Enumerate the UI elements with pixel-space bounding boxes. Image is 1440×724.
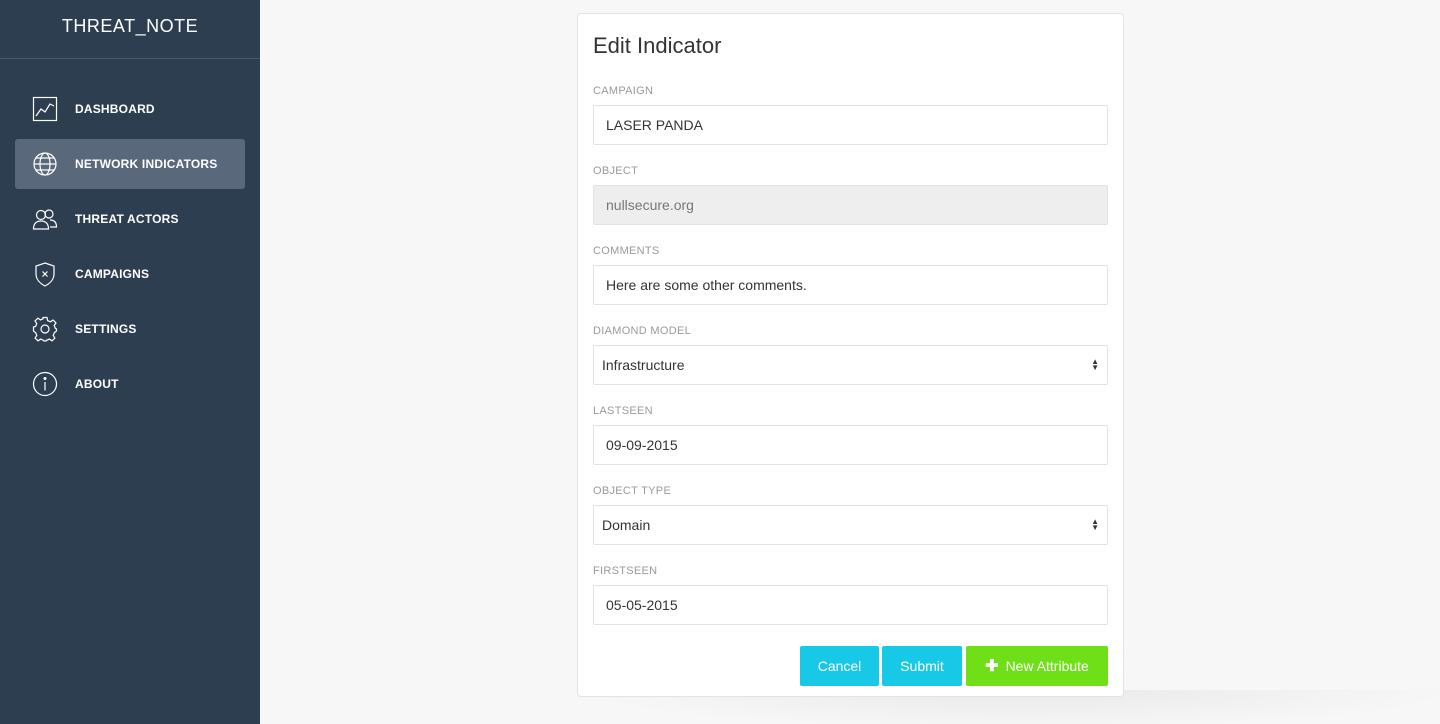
sidebar-item-dashboard[interactable]: DASHBOARD <box>15 84 245 134</box>
plus-icon: ✚ <box>985 658 999 675</box>
campaign-input[interactable] <box>593 105 1108 145</box>
object-group: OBJECT <box>593 164 1108 225</box>
lastseen-group: LASTSEEN <box>593 404 1108 465</box>
object-label: OBJECT <box>593 165 639 177</box>
cancel-button[interactable]: Cancel <box>800 646 879 686</box>
new-attribute-label: New Attribute <box>1005 658 1089 674</box>
gear-icon <box>32 316 58 342</box>
select-arrows-icon: ▲ ▼ <box>1091 357 1099 372</box>
app-title[interactable]: THREAT_NOTE <box>0 0 260 59</box>
edit-indicator-card: Edit Indicator CAMPAIGN OBJECT COMMENTS … <box>577 13 1124 697</box>
sidebar-item-label: THREAT ACTORS <box>75 212 179 226</box>
sidebar-item-campaigns[interactable]: CAMPAIGNS <box>15 249 245 299</box>
object-type-group: OBJECT TYPE Domain ▲ ▼ <box>593 484 1108 545</box>
sidebar-item-threat-actors[interactable]: THREAT ACTORS <box>15 194 245 244</box>
comments-group: COMMENTS <box>593 244 1108 305</box>
diamond-model-group: DIAMOND MODEL Infrastructure ▲ ▼ <box>593 324 1108 385</box>
form-actions: Cancel Submit ✚ New Attribute <box>800 646 1108 686</box>
diamond-model-value: Infrastructure <box>602 357 685 373</box>
object-type-label: OBJECT TYPE <box>593 485 672 497</box>
comments-label: COMMENTS <box>593 245 660 257</box>
diamond-model-select[interactable]: Infrastructure ▲ ▼ <box>593 345 1108 385</box>
object-input[interactable] <box>593 185 1108 225</box>
globe-icon <box>32 151 58 177</box>
sidebar-item-label: DASHBOARD <box>75 102 155 116</box>
campaign-label: CAMPAIGN <box>593 85 654 97</box>
sidebar: THREAT_NOTE DASHBOARD NETWORK INDICATORS <box>0 0 260 724</box>
chart-line-icon <box>32 96 58 122</box>
sidebar-item-label: CAMPAIGNS <box>75 267 150 281</box>
sidebar-item-settings[interactable]: SETTINGS <box>15 304 245 354</box>
submit-button[interactable]: Submit <box>882 646 962 686</box>
sidebar-item-label: NETWORK INDICATORS <box>75 157 218 171</box>
select-arrows-icon: ▲ ▼ <box>1091 517 1099 532</box>
info-icon <box>32 371 58 397</box>
firstseen-group: FIRSTSEEN <box>593 564 1108 625</box>
sidebar-item-about[interactable]: ABOUT <box>15 359 245 409</box>
sidebar-item-label: SETTINGS <box>75 322 137 336</box>
firstseen-label: FIRSTSEEN <box>593 565 658 577</box>
sidebar-item-label: ABOUT <box>75 377 119 391</box>
lastseen-input[interactable] <box>593 425 1108 465</box>
object-type-select[interactable]: Domain ▲ ▼ <box>593 505 1108 545</box>
campaign-group: CAMPAIGN <box>593 84 1108 145</box>
users-icon <box>32 206 58 232</box>
comments-input[interactable] <box>593 265 1108 305</box>
diamond-model-label: DIAMOND MODEL <box>593 325 692 337</box>
new-attribute-button[interactable]: ✚ New Attribute <box>966 646 1108 686</box>
object-type-value: Domain <box>602 517 651 533</box>
sidebar-item-network-indicators[interactable]: NETWORK INDICATORS <box>15 139 245 189</box>
page-title: Edit Indicator <box>593 33 722 58</box>
lastseen-label: LASTSEEN <box>593 405 653 417</box>
firstseen-input[interactable] <box>593 585 1108 625</box>
sidebar-nav: DASHBOARD NETWORK INDICATORS THREAT ACTO… <box>0 59 260 409</box>
main-content: Edit Indicator CAMPAIGN OBJECT COMMENTS … <box>260 0 1440 724</box>
shield-x-icon <box>32 261 58 287</box>
